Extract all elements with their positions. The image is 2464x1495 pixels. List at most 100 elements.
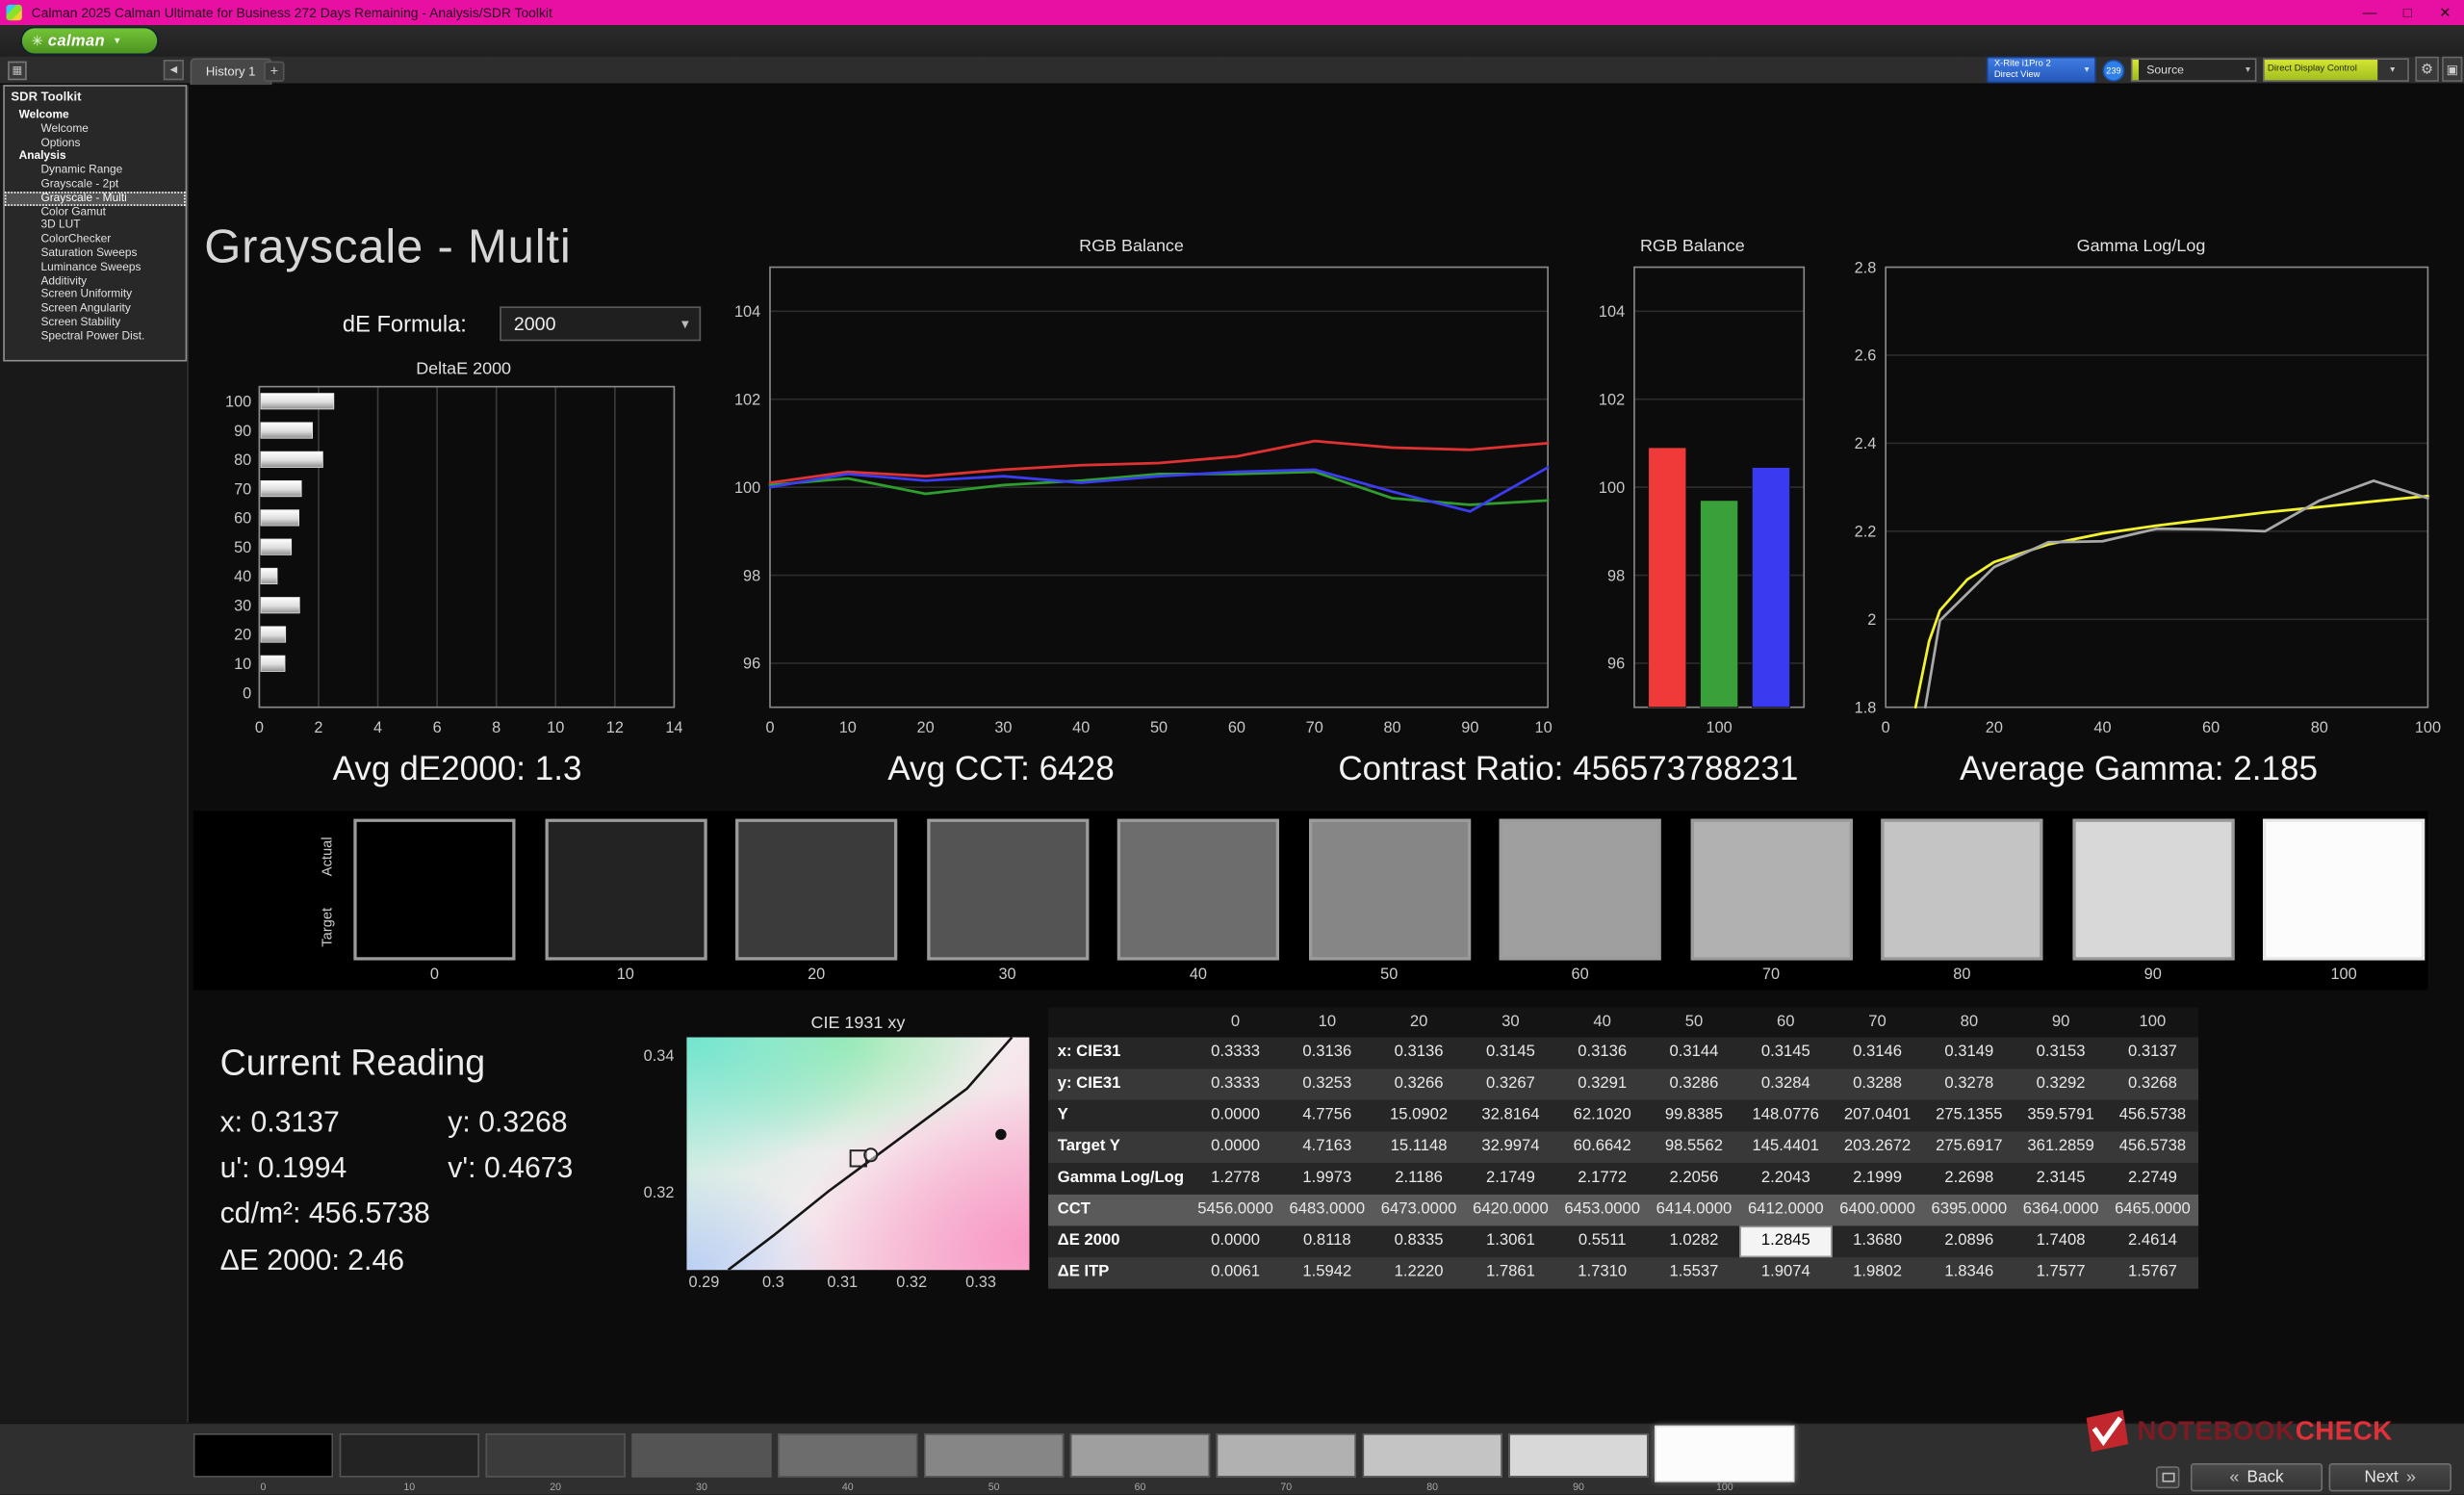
page-title: Grayscale - Multi bbox=[204, 221, 571, 275]
table-row-target-y: Target Y0.00004.716315.114832.997460.664… bbox=[1048, 1132, 2198, 1164]
source-select[interactable]: Source ▾ bbox=[2131, 58, 2257, 81]
table-header-cell: 90 bbox=[2015, 1008, 2106, 1038]
table-cell: 1.7861 bbox=[1465, 1257, 1556, 1289]
calman-menu-button[interactable]: ✳ calman ▾ bbox=[22, 28, 157, 53]
table-row-label: CCT bbox=[1048, 1195, 1190, 1226]
svg-text:100: 100 bbox=[1535, 719, 1553, 733]
table-cell: 2.2056 bbox=[1648, 1163, 1739, 1195]
table-cell: 0.3146 bbox=[1832, 1038, 1923, 1070]
svg-text:2.8: 2.8 bbox=[1855, 259, 1877, 276]
svg-text:8: 8 bbox=[492, 719, 500, 736]
minimize-icon[interactable]: — bbox=[2350, 0, 2388, 25]
table-cell: 2.1749 bbox=[1465, 1163, 1556, 1195]
table-cell: 1.0282 bbox=[1648, 1225, 1739, 1257]
target-row-label: Target bbox=[319, 896, 338, 959]
notebookcheck-watermark: NOTEBOOKCHECK bbox=[2084, 1409, 2393, 1452]
svg-text:50: 50 bbox=[1150, 719, 1168, 733]
display-control-select[interactable]: Direct Display Control ▾ bbox=[2263, 58, 2409, 81]
svg-text:98: 98 bbox=[1607, 567, 1625, 584]
sidebar-item-color-gamut[interactable]: Color Gamut bbox=[5, 205, 186, 219]
svg-text:40: 40 bbox=[2093, 719, 2111, 733]
sidebar-item-welcome[interactable]: Welcome bbox=[5, 109, 186, 122]
table-cell: 1.7310 bbox=[1556, 1257, 1648, 1289]
svg-text:40: 40 bbox=[1072, 719, 1090, 733]
meter-select-button[interactable]: X-Rite i1Pro 2 Direct View ▾ bbox=[1987, 57, 2096, 84]
patch-100[interactable] bbox=[1655, 1426, 1794, 1482]
grayscale-swatch-band: Actual Target 0102030405060708090100 bbox=[193, 811, 2428, 990]
table-header-cell: 80 bbox=[1923, 1008, 2015, 1038]
chevron-down-icon: ▾ bbox=[2377, 60, 2407, 80]
toolbar-main: ✳ calman ▾ bbox=[0, 25, 2464, 57]
table-header-cell: 30 bbox=[1465, 1008, 1556, 1038]
svg-text:0: 0 bbox=[255, 719, 264, 736]
collapse-sidebar-button[interactable]: ◀ bbox=[164, 60, 184, 80]
patch-20[interactable] bbox=[485, 1433, 625, 1478]
new-tab-button[interactable]: + bbox=[264, 62, 284, 82]
svg-text:104: 104 bbox=[734, 303, 760, 321]
display-control-label: Direct Display Control bbox=[2265, 60, 2378, 80]
rgb-balance-line-title: RGB Balance bbox=[713, 238, 1550, 257]
calman-flower-icon: ✳ bbox=[32, 32, 43, 49]
table-row-label: ΔE ITP bbox=[1048, 1257, 1190, 1289]
window-title: Calman 2025 Calman Ultimate for Business… bbox=[32, 5, 552, 20]
watermark-part1: NOTEBOOK bbox=[2137, 1415, 2295, 1445]
table-cell-highlighted[interactable]: 1.2845 bbox=[1740, 1225, 1832, 1257]
table-row-e-2000: ΔE 20000.00000.81180.83351.30610.55111.0… bbox=[1048, 1225, 2198, 1257]
actual-row-label: Actual bbox=[319, 825, 338, 888]
display-icon-button[interactable] bbox=[2156, 1466, 2179, 1488]
table-cell: 0.0000 bbox=[1190, 1225, 1281, 1257]
table-cell: 6400.0000 bbox=[1832, 1195, 1923, 1226]
table-cell: 6395.0000 bbox=[1923, 1195, 2015, 1226]
patch-50[interactable] bbox=[924, 1433, 1064, 1478]
cie-x-tick-label: 0.3 bbox=[750, 1275, 797, 1292]
svg-text:2.2: 2.2 bbox=[1855, 524, 1877, 541]
patch-0[interactable] bbox=[193, 1433, 333, 1478]
svg-text:2.4: 2.4 bbox=[1855, 435, 1877, 452]
sidebar-item-spectral-power-dist[interactable]: Spectral Power Dist. bbox=[5, 329, 186, 343]
chevron-down-icon: ▾ bbox=[2079, 64, 2094, 75]
cie-x-tick-label: 0.29 bbox=[680, 1275, 728, 1292]
de-formula-value: 2000 bbox=[501, 313, 671, 335]
table-cell: 4.7756 bbox=[1281, 1100, 1373, 1132]
sidebar-item-luminance-sweeps[interactable]: Luminance Sweeps bbox=[5, 261, 186, 274]
layout-button-icon[interactable]: ▣ bbox=[2442, 57, 2462, 82]
panel-toggle-icon[interactable]: ▦ bbox=[8, 62, 27, 81]
sidebar-item-grayscale-multi[interactable]: Grayscale - Multi bbox=[5, 192, 186, 205]
tab-history-1[interactable]: History 1 bbox=[191, 58, 271, 85]
next-button[interactable]: Next » bbox=[2329, 1463, 2451, 1491]
patch-30[interactable] bbox=[631, 1433, 771, 1478]
svg-text:2: 2 bbox=[1867, 611, 1876, 629]
patch-80[interactable] bbox=[1363, 1433, 1502, 1478]
settings-gear-icon[interactable]: ⚙ bbox=[2415, 57, 2438, 82]
sidebar-item-welcome[interactable]: Welcome bbox=[5, 122, 186, 136]
patch-10[interactable] bbox=[340, 1433, 479, 1478]
current-reading-title: Current Reading bbox=[220, 1042, 486, 1084]
patch-90[interactable] bbox=[1508, 1433, 1648, 1478]
maximize-icon[interactable]: □ bbox=[2389, 0, 2426, 25]
patch-40[interactable] bbox=[778, 1433, 917, 1478]
de-formula-select[interactable]: 2000 ▼ bbox=[500, 306, 701, 341]
patch-60[interactable] bbox=[1070, 1433, 1210, 1478]
patch-70[interactable] bbox=[1217, 1433, 1356, 1478]
table-row-label: Y bbox=[1048, 1100, 1190, 1132]
close-icon[interactable]: ✕ bbox=[2426, 0, 2464, 25]
back-button[interactable]: « Back bbox=[2191, 1463, 2323, 1491]
table-cell: 0.3333 bbox=[1190, 1038, 1281, 1070]
reading-y: y: 0.3268 bbox=[448, 1105, 567, 1140]
cie-y-axis-labels: 0.340.32 bbox=[633, 1038, 680, 1271]
svg-text:30: 30 bbox=[234, 597, 251, 614]
table-cell: 1.7577 bbox=[2015, 1257, 2106, 1289]
svg-text:0: 0 bbox=[765, 719, 774, 733]
patch-level-label: 0 bbox=[193, 1482, 333, 1493]
table-row-label: x: CIE31 bbox=[1048, 1038, 1190, 1070]
table-cell: 60.6642 bbox=[1556, 1132, 1648, 1164]
measurement-table: 0102030405060708090100x: CIE310.3333 0.31… bbox=[1048, 1008, 2198, 1289]
table-cell: 6364.0000 bbox=[2015, 1195, 2106, 1226]
table-header-row: 0102030405060708090100 bbox=[1048, 1008, 2198, 1038]
calman-logo-label: calman bbox=[48, 32, 105, 49]
table-cell: 2.2043 bbox=[1740, 1163, 1832, 1195]
table-cell: 0.0000 bbox=[1190, 1132, 1281, 1164]
cie-y-tick-label: 0.34 bbox=[633, 1048, 674, 1066]
svg-text:80: 80 bbox=[1383, 719, 1400, 733]
table-cell: 359.5791 bbox=[2015, 1100, 2106, 1132]
